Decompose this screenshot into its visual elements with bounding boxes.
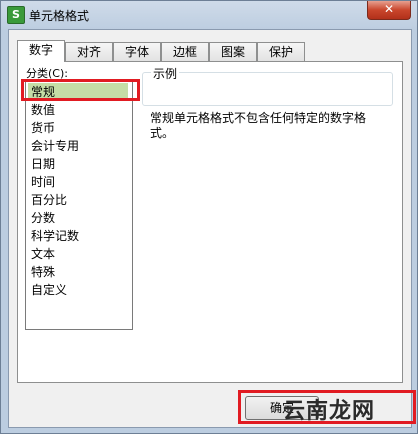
watermark: 云南龙网: [283, 399, 376, 424]
category-item-special[interactable]: 特殊: [28, 263, 128, 281]
category-item-scientific[interactable]: 科学记数: [28, 227, 128, 245]
dialog-title: 单元格格式: [29, 9, 90, 23]
category-item-time[interactable]: 时间: [28, 173, 128, 191]
format-description: 常规单元格格式不包含任何特定的数字格式。: [150, 111, 367, 140]
category-item-accounting[interactable]: 会计专用: [28, 137, 128, 155]
tab-number[interactable]: 数字: [17, 40, 65, 62]
number-tab-panel: 分类(C): 常规 数值 货币 会计专用 日期 时间 百分比 分数 科学记数 文…: [17, 61, 403, 383]
dialog-body: 数字 对齐 字体 边框 图案 保护 分类(C): 常规 数值 货币 会计专用 日…: [8, 29, 416, 428]
tab-font[interactable]: 字体: [113, 42, 161, 61]
tab-border[interactable]: 边框: [161, 42, 209, 61]
category-item-date[interactable]: 日期: [28, 155, 128, 173]
tab-protection[interactable]: 保护: [257, 42, 305, 61]
wps-spreadsheet-icon: S: [7, 6, 25, 24]
sample-group: 示例: [142, 65, 393, 106]
title-bar[interactable]: S 单元格格式 ✕: [1, 1, 417, 29]
category-list[interactable]: 常规 数值 货币 会计专用 日期 时间 百分比 分数 科学记数 文本 特殊 自定…: [25, 80, 133, 330]
sample-legend: 示例: [151, 65, 180, 82]
category-item-percentage[interactable]: 百分比: [28, 191, 128, 209]
category-item-fraction[interactable]: 分数: [28, 209, 128, 227]
category-item-currency[interactable]: 货币: [28, 119, 128, 137]
format-cells-dialog: S 单元格格式 ✕ 数字 对齐 字体 边框 图案 保护 分类(C): 常规 数值…: [0, 0, 418, 434]
category-item-number[interactable]: 数值: [28, 101, 128, 119]
close-button[interactable]: ✕: [367, 1, 411, 20]
tab-pattern[interactable]: 图案: [209, 42, 257, 61]
category-item-custom[interactable]: 自定义: [28, 281, 128, 299]
tab-alignment[interactable]: 对齐: [65, 42, 113, 61]
annotation-highlight-selected-category: [21, 79, 140, 101]
category-item-text[interactable]: 文本: [28, 245, 128, 263]
